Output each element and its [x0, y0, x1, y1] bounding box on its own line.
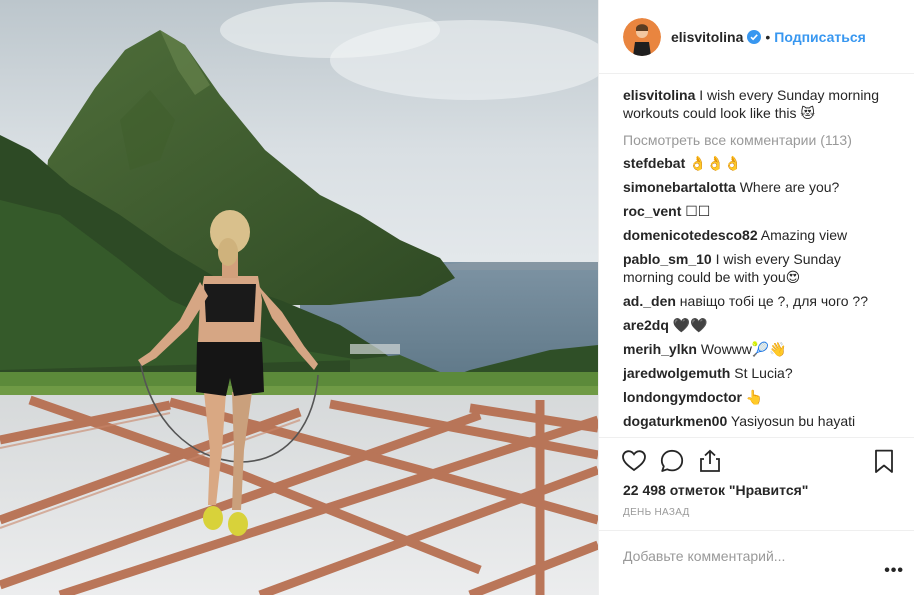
- comment-username[interactable]: pablo_sm_10: [623, 251, 712, 267]
- heart-icon: [622, 450, 646, 472]
- comment-username[interactable]: roc_vent: [623, 203, 681, 219]
- comment-username[interactable]: stefdebat: [623, 155, 685, 171]
- likes-count[interactable]: 22 498 отметок "Нравится": [623, 482, 808, 498]
- comment-username[interactable]: ad._den: [623, 293, 676, 309]
- header-username[interactable]: elisvitolina: [671, 29, 743, 45]
- comment-text: ☐☐: [685, 203, 711, 219]
- comment-item: are2dq 🖤🖤: [623, 316, 893, 334]
- save-button[interactable]: [871, 448, 897, 474]
- comment-text: Where are you?: [739, 179, 840, 195]
- more-options-button[interactable]: •••: [884, 562, 904, 580]
- header-separator: •: [765, 28, 771, 45]
- add-comment-input[interactable]: [623, 546, 863, 566]
- comment-item: merih_ylkn Wowww🎾👋: [623, 340, 893, 358]
- verified-badge-icon: [747, 29, 762, 44]
- post-side-panel: elisvitolina • Подписаться elisvitolina …: [598, 0, 914, 595]
- comment-item: jaredwolgemuth St Lucia?: [623, 364, 893, 382]
- post-caption: elisvitolina I wish every Sunday morning…: [623, 86, 893, 122]
- caption-username[interactable]: elisvitolina: [623, 87, 695, 103]
- comment-text: 🖤🖤: [672, 317, 708, 333]
- comments-list: elisvitolina I wish every Sunday morning…: [623, 86, 893, 436]
- avatar-image: [623, 17, 661, 56]
- actions-divider: [599, 437, 914, 438]
- comment-item: stefdebat 👌👌👌: [623, 154, 893, 172]
- post-header: elisvitolina • Подписаться: [599, 0, 914, 74]
- comment-text: 👌👌👌: [689, 155, 742, 171]
- comment-username[interactable]: dogaturkmen00: [623, 413, 727, 429]
- comment-username[interactable]: simonebartalotta: [623, 179, 736, 195]
- comment-item: ad._den навіщо тобі це ?, для чого ??: [623, 292, 893, 310]
- comment-text: навіщо тобі це ?, для чого ??: [679, 293, 868, 309]
- comment-username[interactable]: are2dq: [623, 317, 669, 333]
- share-button[interactable]: [697, 448, 723, 474]
- comment-username[interactable]: domenicotedesco82: [623, 227, 758, 243]
- comment-text: St Lucia?: [734, 365, 793, 381]
- instagram-post: elisvitolina • Подписаться elisvitolina …: [0, 0, 914, 595]
- comment-divider: [599, 530, 914, 531]
- comment-item: domenicotedesco82 Amazing view: [623, 226, 893, 244]
- comment-item: londongymdoctor 👆: [623, 388, 893, 406]
- bookmark-icon: [875, 449, 893, 473]
- post-photo-illustration: [0, 0, 598, 595]
- comment-button[interactable]: [659, 448, 685, 474]
- comment-username[interactable]: merih_ylkn: [623, 341, 697, 357]
- comment-text: Wowww🎾👋: [700, 341, 787, 357]
- post-timestamp[interactable]: ДЕНЬ НАЗАД: [623, 507, 690, 518]
- comment-text: Yasiyosun bu hayati: [730, 413, 856, 429]
- share-icon: [700, 449, 720, 472]
- comment-item: pablo_sm_10 I wish every Sunday morning …: [623, 250, 893, 286]
- follow-button[interactable]: Подписаться: [774, 29, 866, 45]
- comment-username[interactable]: londongymdoctor: [623, 389, 742, 405]
- comment-item: simonebartalotta Where are you?: [623, 178, 893, 196]
- comment-item: roc_vent ☐☐: [623, 202, 893, 220]
- comment-icon: [660, 449, 684, 472]
- comment-username[interactable]: jaredwolgemuth: [623, 365, 730, 381]
- like-button[interactable]: [621, 448, 647, 474]
- view-all-comments-link[interactable]: Посмотреть все комментарии (113): [623, 131, 893, 149]
- post-photo[interactable]: [0, 0, 598, 595]
- comment-text: Amazing view: [760, 227, 848, 243]
- avatar[interactable]: [623, 17, 661, 56]
- comment-item: dogaturkmen00 Yasiyosun bu hayati: [623, 412, 893, 430]
- comment-text: 👆: [745, 389, 764, 405]
